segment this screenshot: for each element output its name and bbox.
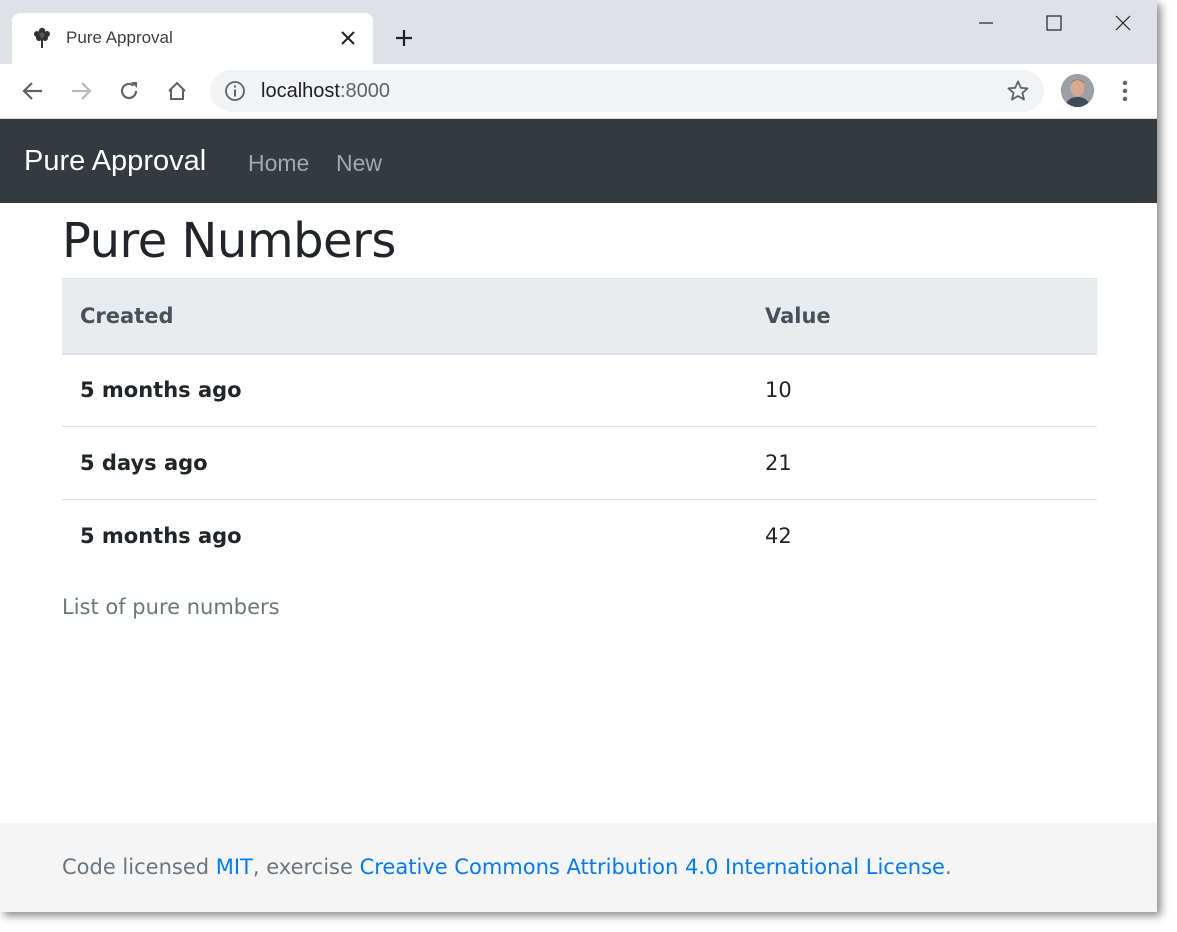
page-title: Pure Numbers — [62, 213, 396, 269]
numbers-table: Created Value 5 months ago 10 5 days ago… — [62, 278, 1097, 573]
browser-toolbar: localhost:8000 — [0, 64, 1157, 119]
close-tab-icon[interactable] — [338, 28, 358, 48]
page-footer: Code licensed MIT, exercise Creative Com… — [0, 823, 1157, 912]
mit-license-link[interactable]: MIT — [216, 855, 253, 879]
navbar-brand[interactable]: Pure Approval — [24, 145, 206, 178]
cell-created: 5 days ago — [62, 426, 747, 500]
nav-link-new[interactable]: New — [336, 150, 382, 177]
url-port: :8000 — [339, 80, 390, 102]
info-icon[interactable] — [224, 80, 246, 102]
new-tab-icon[interactable] — [392, 26, 416, 50]
table-row: 5 days ago 21 — [62, 426, 1097, 500]
home-icon[interactable] — [162, 76, 192, 106]
footer-text: Code licensed MIT, exercise Creative Com… — [62, 855, 952, 879]
footer-prefix: Code licensed — [62, 855, 216, 879]
profile-avatar[interactable] — [1061, 74, 1094, 107]
cell-value: 42 — [747, 499, 1097, 573]
footer-middle: , exercise — [252, 855, 360, 879]
cell-created: 5 months ago — [62, 499, 747, 573]
more-menu-icon[interactable] — [1112, 78, 1138, 104]
browser-window: Pure Approval localhost:8000 Pure Approv… — [0, 0, 1157, 912]
site-navbar: Pure Approval Home New — [0, 119, 1157, 203]
column-header-created: Created — [62, 278, 747, 355]
bookmark-star-icon[interactable] — [1006, 79, 1030, 103]
footer-suffix: . — [944, 855, 952, 879]
close-window-icon[interactable] — [1100, 8, 1146, 38]
table-caption: List of pure numbers — [62, 595, 280, 619]
minimize-icon[interactable] — [963, 8, 1009, 38]
reload-icon[interactable] — [114, 76, 144, 106]
column-header-value: Value — [747, 278, 1097, 355]
tab-strip: Pure Approval — [0, 0, 1157, 64]
tab-title: Pure Approval — [66, 28, 173, 47]
table-row: 5 months ago 42 — [62, 499, 1097, 573]
cell-created: 5 months ago — [80, 378, 242, 403]
back-arrow-icon[interactable] — [18, 76, 48, 106]
browser-tab[interactable]: Pure Approval — [12, 13, 373, 64]
url-host: localhost — [261, 80, 340, 102]
maximize-icon[interactable] — [1031, 8, 1077, 38]
cell-value: 10 — [765, 378, 792, 403]
tree-favicon-icon — [32, 26, 52, 50]
forward-arrow-icon[interactable] — [66, 76, 96, 106]
nav-link-home[interactable]: Home — [248, 150, 309, 177]
cell-value: 21 — [747, 426, 1097, 500]
url-text[interactable]: localhost:8000 — [261, 80, 390, 103]
address-bar[interactable]: localhost:8000 — [210, 70, 1044, 112]
table-row: 5 months ago 10 — [62, 354, 1097, 427]
web-page: Pure Approval Home New Pure Numbers Crea… — [0, 119, 1157, 912]
cc-license-link[interactable]: Creative Commons Attribution 4.0 Interna… — [360, 855, 945, 879]
table-header-row: Created Value — [62, 278, 1097, 355]
